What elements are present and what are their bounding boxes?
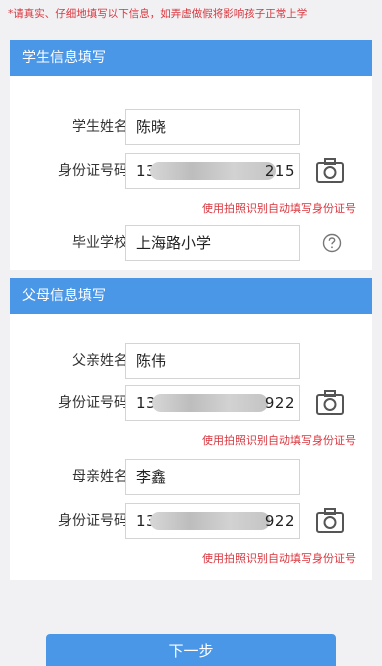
mother-id-row: 身份证号码 13 922	[10, 503, 372, 539]
student-section-header: 学生信息填写	[10, 40, 372, 76]
father-id-label: 身份证号码	[58, 395, 128, 411]
student-name-row: 学生姓名 陈晓	[10, 109, 372, 145]
camera-icon[interactable]	[315, 507, 345, 535]
mother-id-label: 身份证号码	[58, 513, 128, 529]
father-id-suffix: 922	[264, 394, 295, 412]
mother-ocr-hint-link[interactable]: 使用拍照识别自动填写身份证号	[10, 550, 356, 566]
student-name-label: 学生姓名	[72, 119, 128, 135]
parent-section-header: 父母信息填写	[10, 278, 372, 314]
mother-name-row: 母亲姓名 李鑫	[10, 459, 372, 495]
student-id-input[interactable]: 13 215	[125, 153, 300, 189]
father-name-label: 父亲姓名	[72, 353, 128, 369]
mother-id-input[interactable]: 13 922	[125, 503, 300, 539]
mother-name-label: 母亲姓名	[72, 469, 128, 485]
student-school-label: 毕业学校	[72, 235, 128, 251]
student-ocr-hint-link[interactable]: 使用拍照识别自动填写身份证号	[10, 200, 356, 216]
father-ocr-hint-link[interactable]: 使用拍照识别自动填写身份证号	[10, 432, 356, 448]
mother-name-input[interactable]: 李鑫	[125, 459, 300, 495]
student-id-suffix: 215	[264, 162, 295, 180]
student-section-card: 学生姓名 陈晓 身份证号码 13 215 使用拍照识别自动填写身份证号 毕业学校…	[10, 76, 372, 270]
student-name-input[interactable]: 陈晓	[125, 109, 300, 145]
father-id-redaction	[152, 394, 268, 412]
student-school-input[interactable]: 上海路小学	[125, 225, 300, 261]
mother-id-redaction	[150, 512, 270, 530]
father-name-row: 父亲姓名 陈伟	[10, 343, 372, 379]
student-id-redaction	[150, 162, 276, 180]
camera-icon[interactable]	[315, 157, 345, 185]
father-id-input[interactable]: 13 922	[125, 385, 300, 421]
camera-icon[interactable]	[315, 389, 345, 417]
student-id-row: 身份证号码 13 215	[10, 153, 372, 189]
father-name-input[interactable]: 陈伟	[125, 343, 300, 379]
father-id-row: 身份证号码 13 922	[10, 385, 372, 421]
parent-section-card: 父亲姓名 陈伟 身份证号码 13 922 使用拍照识别自动填写身份证号 母亲姓名…	[10, 314, 372, 580]
notice-text: *请真实、仔细地填写以下信息，如弄虚做假将影响孩子正常上学	[8, 8, 308, 20]
mother-id-suffix: 922	[264, 512, 295, 530]
next-step-button[interactable]: 下一步	[46, 634, 336, 666]
student-id-label: 身份证号码	[58, 163, 128, 179]
student-school-row: 毕业学校 上海路小学	[10, 225, 372, 261]
help-circle-icon[interactable]	[322, 233, 342, 253]
